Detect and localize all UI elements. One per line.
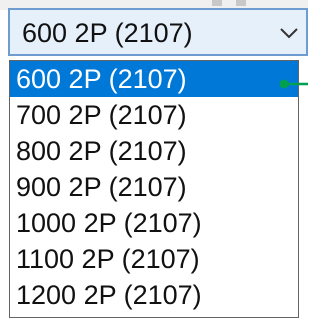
dropdown-option-1200[interactable]: 1200 2P (2107) — [10, 277, 298, 313]
version-combobox[interactable]: 600 2P (2107) — [8, 8, 308, 56]
combobox-value: 600 2P (2107) — [22, 18, 193, 48]
dropdown-option-900[interactable]: 900 2P (2107) — [10, 169, 298, 205]
chevron-down-icon[interactable] — [278, 22, 300, 44]
dropdown-option-600[interactable]: 600 2P (2107) — [10, 61, 298, 97]
version-dropdown-list[interactable]: 600 2P (2107) 700 2P (2107) 800 2P (2107… — [9, 60, 299, 318]
dropdown-option-1000[interactable]: 1000 2P (2107) — [10, 205, 298, 241]
dropdown-option-800[interactable]: 800 2P (2107) — [10, 133, 298, 169]
arrow-pointer-icon — [279, 79, 308, 89]
dropdown-option-1100[interactable]: 1100 2P (2107) — [10, 241, 298, 277]
screenshot-stage: 600 2P (2107) 600 2P (2107) 700 2P (2107… — [0, 0, 308, 319]
dropdown-option-700[interactable]: 700 2P (2107) — [10, 97, 298, 133]
background-control-edge — [236, 0, 246, 6]
background-control-edge — [212, 0, 222, 6]
